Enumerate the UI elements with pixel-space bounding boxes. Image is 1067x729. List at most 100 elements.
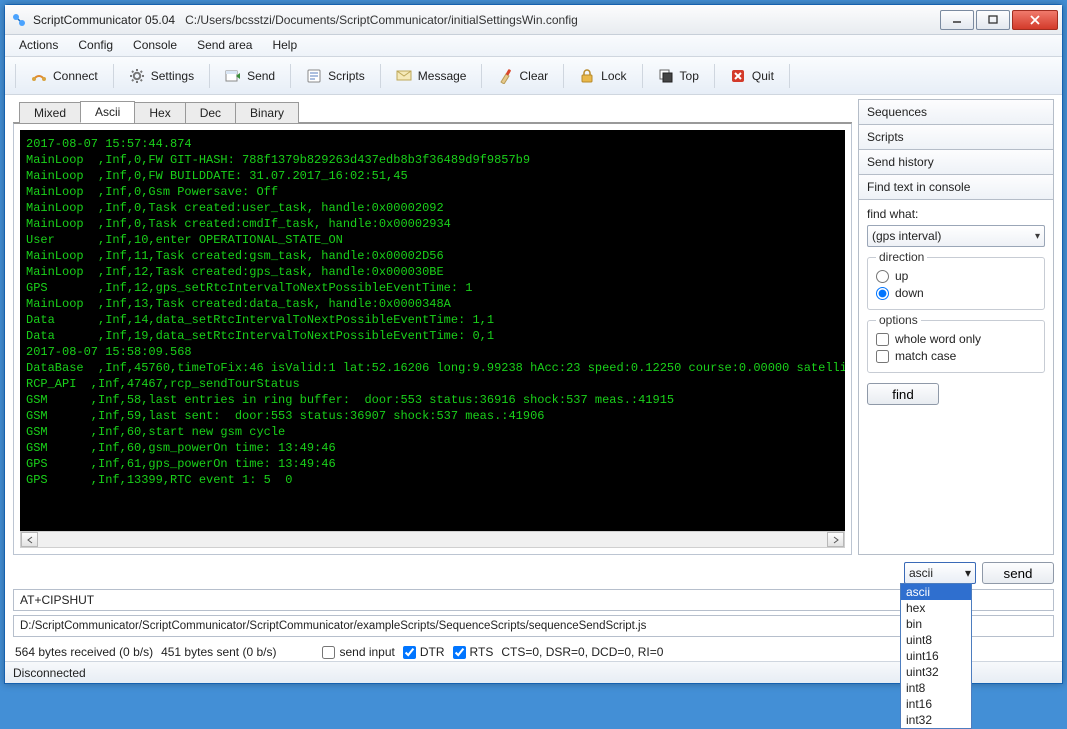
send-input[interactable]: AT+CIPSHUT: [13, 589, 1054, 611]
acc-sequences[interactable]: Sequences: [858, 99, 1054, 125]
bytes-sent: 451 bytes sent (0 b/s): [161, 645, 276, 659]
menu-console[interactable]: Console: [123, 35, 187, 56]
dd-opt-int32[interactable]: int32: [901, 712, 971, 728]
opt-whole-word[interactable]: whole word only: [876, 332, 1036, 346]
dd-opt-hex[interactable]: hex: [901, 600, 971, 616]
minimize-button[interactable]: [940, 10, 974, 30]
clear-button[interactable]: Clear: [486, 63, 559, 89]
find-what-combo[interactable]: (gps interval) ▾: [867, 225, 1045, 247]
send-format-dropdown[interactable]: ascii hex bin uint8 uint16 uint32 int8 i…: [900, 583, 972, 729]
console-hscrollbar[interactable]: [20, 531, 845, 548]
acc-send-history[interactable]: Send history: [858, 149, 1054, 175]
dd-opt-ascii[interactable]: ascii: [901, 584, 971, 600]
direction-label: direction: [876, 250, 927, 264]
dd-opt-uint32[interactable]: uint32: [901, 664, 971, 680]
find-button[interactable]: find: [867, 383, 939, 405]
dir-up-option[interactable]: up: [876, 269, 1036, 283]
acc-find-text[interactable]: Find text in console: [858, 174, 1054, 200]
dtr-check[interactable]: DTR: [403, 645, 445, 659]
menu-bar: Actions Config Console Send area Help: [5, 35, 1062, 57]
send-area: ascii ▾ send ascii hex bin uint8 uint16 …: [13, 561, 1054, 661]
direction-group: direction up down: [867, 257, 1045, 310]
connect-icon: [31, 68, 47, 84]
scripts-icon: [306, 68, 322, 84]
tab-binary[interactable]: Binary: [235, 102, 299, 123]
top-icon: [658, 68, 674, 84]
content: Mixed Ascii Hex Dec Binary 2017-08-07 15…: [5, 95, 1062, 661]
dir-down-option[interactable]: down: [876, 286, 1036, 300]
lock-button[interactable]: Lock: [568, 63, 637, 89]
quit-button[interactable]: Quit: [719, 63, 785, 89]
line-states: CTS=0, DSR=0, DCD=0, RI=0: [501, 645, 663, 659]
send-icon: [225, 68, 241, 84]
dd-opt-uint8[interactable]: uint8: [901, 632, 971, 648]
find-panel: find what: (gps interval) ▾ direction up…: [858, 199, 1054, 555]
tab-dec[interactable]: Dec: [185, 102, 236, 123]
options-label: options: [876, 313, 921, 327]
toolbar: Connect Settings Send Scripts Message Cl…: [5, 57, 1062, 95]
dd-opt-bin[interactable]: bin: [901, 616, 971, 632]
connect-label: Connect: [53, 69, 98, 83]
console-output[interactable]: 2017-08-07 15:57:44.874 MainLoop ,Inf,0,…: [20, 130, 845, 531]
settings-button[interactable]: Settings: [118, 63, 205, 89]
clear-icon: [497, 68, 513, 84]
find-what-label: find what:: [867, 207, 1045, 221]
window-title: ScriptCommunicator 05.04: [33, 13, 175, 27]
tab-ascii[interactable]: Ascii: [80, 101, 135, 123]
top-button[interactable]: Top: [647, 63, 710, 89]
send-input-check[interactable]: send input: [322, 645, 394, 659]
lock-label: Lock: [601, 69, 626, 83]
dd-opt-int16[interactable]: int16: [901, 696, 971, 712]
settings-label: Settings: [151, 69, 194, 83]
app-icon: [11, 12, 27, 28]
app-window: ScriptCommunicator 05.04 C:/Users/bcsstz…: [4, 4, 1063, 684]
console-tabs: Mixed Ascii Hex Dec Binary: [13, 99, 852, 123]
dd-opt-int8[interactable]: int8: [901, 680, 971, 696]
message-label: Message: [418, 69, 467, 83]
send-format-value: ascii: [909, 566, 933, 580]
send-label: Send: [247, 69, 275, 83]
message-button[interactable]: Message: [385, 63, 478, 89]
console-wrap: 2017-08-07 15:57:44.874 MainLoop ,Inf,0,…: [13, 123, 852, 555]
dd-opt-uint16[interactable]: uint16: [901, 648, 971, 664]
title-bar: ScriptCommunicator 05.04 C:/Users/bcsstz…: [5, 5, 1062, 35]
acc-scripts[interactable]: Scripts: [858, 124, 1054, 150]
quit-icon: [730, 68, 746, 84]
menu-config[interactable]: Config: [68, 35, 123, 56]
scripts-label: Scripts: [328, 69, 365, 83]
rts-check[interactable]: RTS: [453, 645, 494, 659]
send-button[interactable]: Send: [214, 63, 286, 89]
send-action-button[interactable]: send: [982, 562, 1054, 584]
gear-icon: [129, 68, 145, 84]
maximize-button[interactable]: [976, 10, 1010, 30]
connection-status: Disconnected: [13, 666, 86, 680]
send-script-path[interactable]: D:/ScriptCommunicator/ScriptCommunicator…: [13, 615, 1054, 637]
top-label: Top: [680, 69, 699, 83]
window-path: C:/Users/bcsstzi/Documents/ScriptCommuni…: [185, 13, 578, 27]
opt-match-case[interactable]: match case: [876, 349, 1036, 363]
scroll-right-icon[interactable]: [827, 532, 844, 547]
chevron-down-icon: ▾: [965, 566, 971, 580]
bytes-received: 564 bytes received (0 b/s): [15, 645, 153, 659]
console-pane: Mixed Ascii Hex Dec Binary 2017-08-07 15…: [13, 99, 852, 555]
status-line: 564 bytes received (0 b/s) 451 bytes sen…: [13, 643, 1054, 661]
tab-hex[interactable]: Hex: [134, 102, 185, 123]
chevron-down-icon: ▾: [1035, 231, 1040, 242]
scroll-left-icon[interactable]: [21, 532, 38, 547]
quit-label: Quit: [752, 69, 774, 83]
menu-help[interactable]: Help: [262, 35, 307, 56]
scripts-button[interactable]: Scripts: [295, 63, 376, 89]
options-group: options whole word only match case: [867, 320, 1045, 373]
message-icon: [396, 68, 412, 84]
lock-icon: [579, 68, 595, 84]
close-button[interactable]: [1012, 10, 1058, 30]
side-panel: Sequences Scripts Send history Find text…: [858, 99, 1054, 555]
window-buttons: [938, 10, 1058, 30]
menu-send-area[interactable]: Send area: [187, 35, 262, 56]
menu-actions[interactable]: Actions: [9, 35, 68, 56]
find-what-value: (gps interval): [872, 229, 941, 243]
tab-mixed[interactable]: Mixed: [19, 102, 81, 123]
connect-button[interactable]: Connect: [20, 63, 109, 89]
clear-label: Clear: [519, 69, 548, 83]
send-format-combo[interactable]: ascii ▾: [904, 562, 976, 584]
